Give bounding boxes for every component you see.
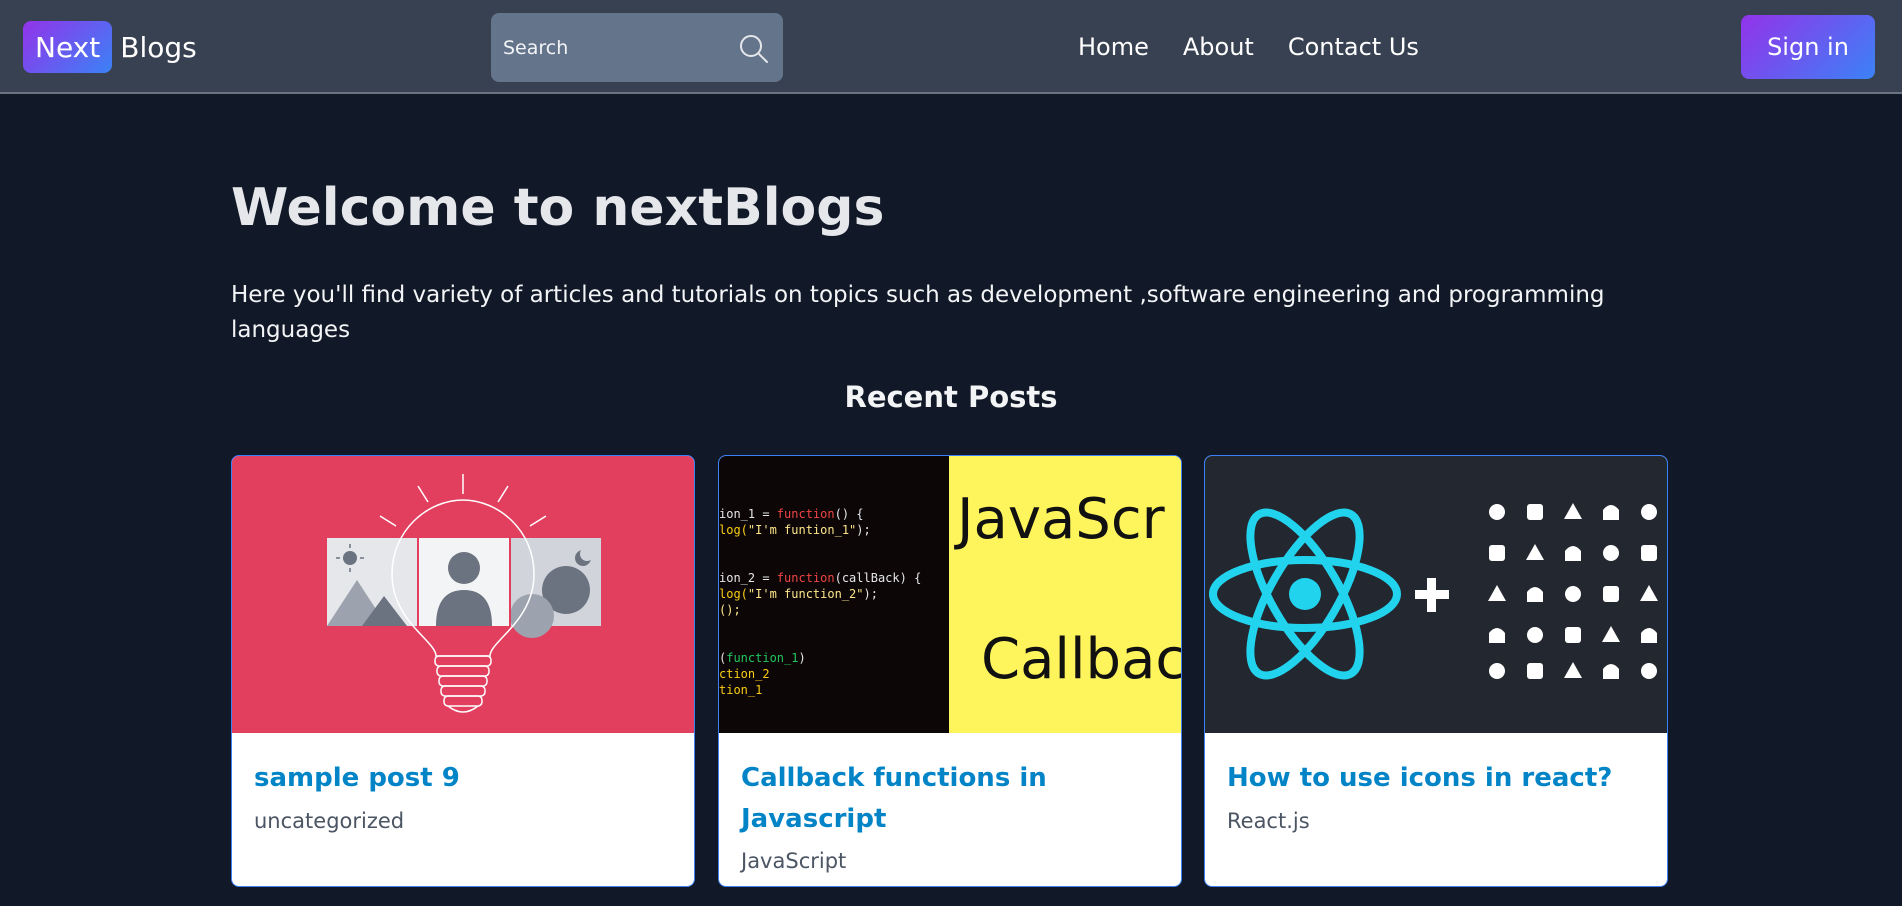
grid-glyph-icon [1641,545,1657,561]
grid-glyph-icon [1603,545,1619,561]
nav-link-about[interactable]: About [1183,33,1254,61]
lightbulb-illustration [232,456,694,733]
brand-badge: Next [23,21,113,73]
navbar: Next Blogs Home About Contact Us Sign in [0,0,1902,94]
code-line: ion_2 = function(callBack) { [719,571,921,585]
code-line: tion_1 [719,683,762,697]
code-line: ction_2 [719,667,770,681]
post-category: JavaScript [741,849,847,873]
search-box [491,13,783,82]
brand-text: Blogs [120,30,197,64]
page-title: Welcome to nextBlogs [231,178,885,238]
big-word-callback: Callbac [981,627,1181,692]
grid-glyph-icon [1489,663,1505,679]
grid-glyph-icon [1603,586,1619,602]
page-description: Here you'll find variety of articles and… [231,282,1605,343]
javascript-code-illustration: ion_1 = function() { log("I'm funtion_1")… [719,456,1181,733]
post-title[interactable]: Callback functions in Javascript [741,758,1161,840]
grid-glyph-icon [1527,663,1543,679]
code-line: (function_1) [719,651,806,665]
sign-in-button[interactable]: Sign in [1741,15,1875,79]
brand-logo[interactable]: Next Blogs [23,21,197,73]
grid-glyph-icon [1565,627,1581,643]
post-category: uncategorized [254,809,405,833]
grid-glyph-icon [1489,545,1505,561]
post-category: React.js [1227,809,1310,833]
post-card[interactable]: How to use icons in react? React.js [1204,455,1668,887]
big-word-javascript: JavaScr [954,487,1166,552]
search-input[interactable] [491,13,731,82]
main-nav: Home About Contact Us [1078,28,1419,66]
post-title[interactable]: How to use icons in react? [1227,758,1647,799]
post-card[interactable]: sample post 9 uncategorized [231,455,695,887]
code-line: (); [719,603,741,617]
code-line: log("I'm funtion_1"); [719,523,871,537]
react-icons-illustration [1205,456,1667,733]
grid-glyph-icon [1527,627,1543,643]
grid-glyph-icon [1489,504,1505,520]
grid-glyph-icon [1527,504,1543,520]
post-card[interactable]: ion_1 = function() { log("I'm funtion_1")… [718,455,1182,887]
grid-glyph-icon [1565,586,1581,602]
post-title[interactable]: sample post 9 [254,758,674,799]
search-icon[interactable] [738,33,770,65]
code-line: log("I'm function_2"); [719,587,878,601]
nav-link-contact[interactable]: Contact Us [1288,33,1419,61]
code-line: ion_1 = function() { [719,507,864,521]
recent-posts-heading: Recent Posts [844,380,1058,414]
grid-glyph-icon [1641,663,1657,679]
nav-link-home[interactable]: Home [1078,33,1149,61]
grid-glyph-icon [1641,504,1657,520]
